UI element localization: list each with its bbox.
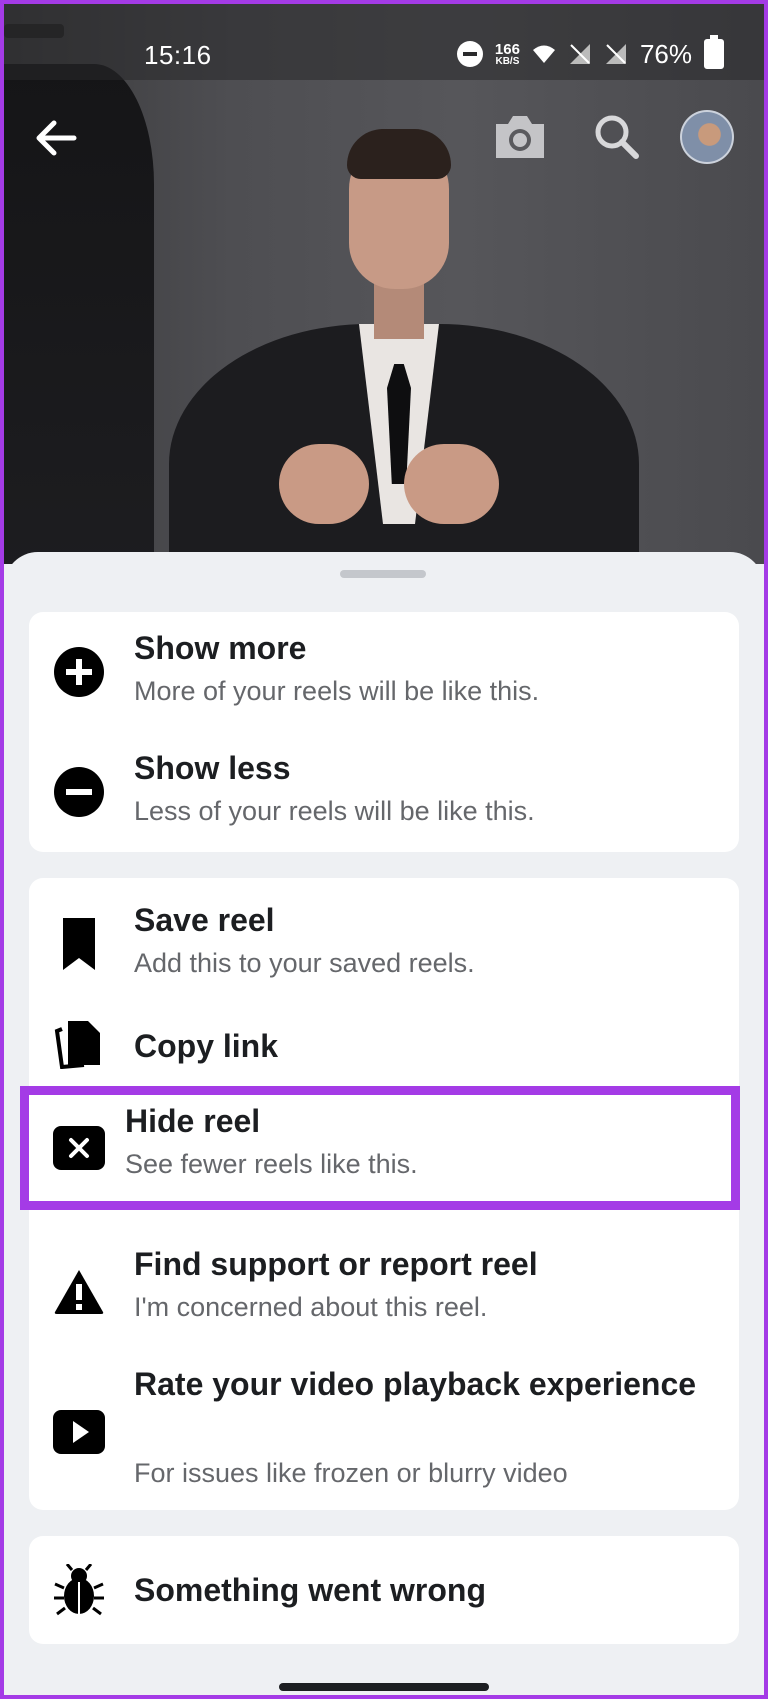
copy-icon — [53, 1018, 105, 1070]
menu-item-subtitle: Less of your reels will be like this. — [134, 796, 535, 826]
menu-group-report: Something went wrong — [29, 1536, 739, 1644]
menu-item-title: Hide reel — [125, 1103, 261, 1139]
status-icons: 166 KB/S 76% — [456, 34, 724, 74]
battery-icon — [704, 35, 724, 69]
no-sim-icon-2 — [605, 44, 626, 64]
menu-item-title: Copy link — [134, 1028, 279, 1064]
reel-video[interactable] — [4, 4, 764, 564]
plus-circle-icon — [53, 646, 105, 698]
person-left-hand — [279, 444, 369, 524]
network-speed: 166 KB/S — [495, 42, 520, 67]
minus-circle-icon — [53, 766, 105, 818]
menu-item-rate-playback[interactable]: Rate your video playback experience For … — [29, 1356, 739, 1510]
menu-item-title: Something went wrong — [134, 1572, 486, 1608]
menu-item-title: Show more — [134, 630, 307, 666]
sheet-drag-handle[interactable] — [340, 570, 426, 578]
search-icon[interactable] — [592, 112, 640, 160]
menu-item-show-less[interactable]: Show less Less of your reels will be lik… — [29, 732, 739, 852]
network-speed-unit: KB/S — [495, 55, 520, 67]
person-right-hand — [404, 444, 499, 524]
menu-item-subtitle: Add this to your saved reels. — [134, 948, 475, 978]
screen: 15:16 166 KB/S 76% Show more More of you… — [4, 4, 764, 1695]
menu-item-something-went-wrong[interactable]: Something went wrong — [29, 1536, 739, 1644]
person-hair — [347, 129, 451, 179]
menu-item-title: Show less — [134, 750, 291, 786]
menu-item-save-reel[interactable]: Save reel Add this to your saved reels. — [29, 878, 739, 998]
bookmark-icon — [53, 918, 105, 970]
menu-item-title: Save reel — [134, 902, 275, 938]
warning-icon — [53, 1266, 105, 1318]
profile-avatar[interactable] — [680, 110, 734, 164]
play-icon — [53, 1406, 105, 1458]
battery-percent: 76% — [639, 38, 692, 69]
menu-item-subtitle: I'm concerned about this reel. — [134, 1292, 488, 1322]
menu-item-subtitle: See fewer reels like this. — [125, 1149, 418, 1179]
wifi-icon — [532, 45, 555, 63]
do-not-disturb-icon — [456, 41, 483, 67]
close-box-icon — [53, 1122, 105, 1174]
menu-item-subtitle: For issues like frozen or blurry video — [134, 1458, 568, 1488]
back-arrow-icon[interactable] — [30, 112, 82, 164]
no-sim-icon — [569, 44, 590, 64]
status-bar: 15:16 166 KB/S 76% — [4, 4, 764, 80]
menu-item-subtitle: More of your reels will be like this. — [134, 676, 540, 706]
menu-item-copy-link[interactable]: Copy link — [29, 1008, 739, 1088]
menu-item-show-more[interactable]: Show more More of your reels will be lik… — [29, 612, 739, 732]
bug-icon — [53, 1564, 105, 1616]
menu-item-title: Find support or report reel — [134, 1246, 538, 1282]
gesture-nav-bar[interactable] — [279, 1683, 489, 1691]
menu-item-title: Rate your video playback experience — [134, 1366, 697, 1402]
menu-item-hide-reel[interactable]: Hide reel See fewer reels like this. — [20, 1086, 740, 1210]
network-speed-value: 166 — [494, 40, 520, 58]
hide-reel-row: Hide reel See fewer reels like this. — [29, 1095, 731, 1201]
menu-item-find-support[interactable]: Find support or report reel I'm concerne… — [29, 1230, 739, 1350]
menu-group-feedback: Show more More of your reels will be lik… — [29, 612, 739, 852]
camera-icon[interactable] — [492, 112, 548, 162]
status-time: 15:16 — [144, 40, 212, 70]
